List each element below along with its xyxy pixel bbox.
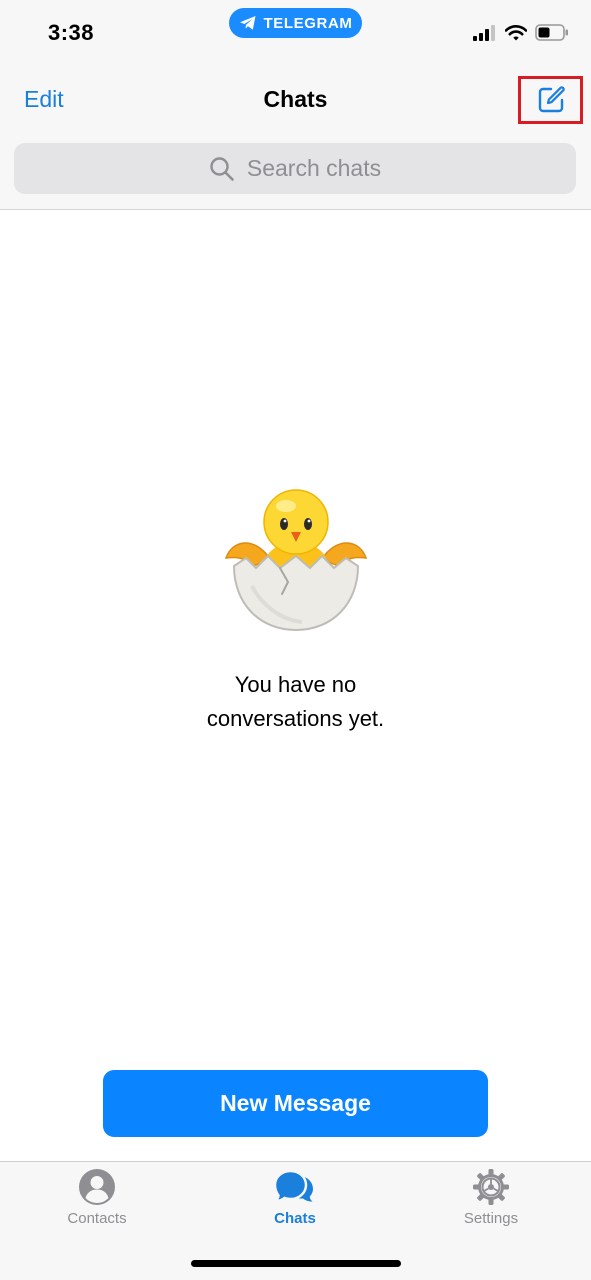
search-icon [210,156,234,181]
chats-icon [273,1169,313,1203]
settings-icon [473,1169,509,1205]
top-area: 3:38 TELEGRAM Edit Chats Search chats [0,0,591,210]
tab-chats[interactable]: Chats [220,1168,370,1227]
empty-state-message: You have no conversations yet. [0,668,591,736]
compose-button[interactable] [518,76,583,124]
telegram-pill-label: TELEGRAM [263,14,353,32]
new-message-button[interactable]: New Message [103,1070,488,1137]
tab-chats-label: Chats [274,1210,316,1227]
contacts-icon [79,1169,115,1205]
home-indicator[interactable] [191,1260,401,1267]
status-bar: 3:38 TELEGRAM [0,0,591,60]
status-time: 3:38 [48,20,95,45]
battery-icon [535,24,568,41]
telegram-plane-icon [239,16,256,30]
tab-settings-label: Settings [463,1210,519,1227]
wifi-icon [505,24,527,40]
empty-state-line-1: You have no [234,672,357,697]
tab-settings[interactable]: Settings [416,1168,566,1227]
search-placeholder: Search chats [246,155,382,181]
tab-contacts-label: Contacts [67,1210,127,1227]
empty-state-line-2: conversations yet. [206,706,385,731]
edit-button[interactable]: Edit [24,86,64,113]
tab-contacts[interactable]: Contacts [22,1168,172,1227]
page-title: Chats [263,86,328,112]
compose-icon [538,86,565,113]
signal-icon [473,24,495,41]
status-icons [473,24,569,41]
hatching-chick-icon [224,489,368,632]
telegram-return-pill[interactable]: TELEGRAM [229,8,362,38]
chats-screen: 3:38 TELEGRAM Edit Chats Search chats Yo… [0,0,591,1280]
search-bar[interactable]: Search chats [14,143,576,194]
